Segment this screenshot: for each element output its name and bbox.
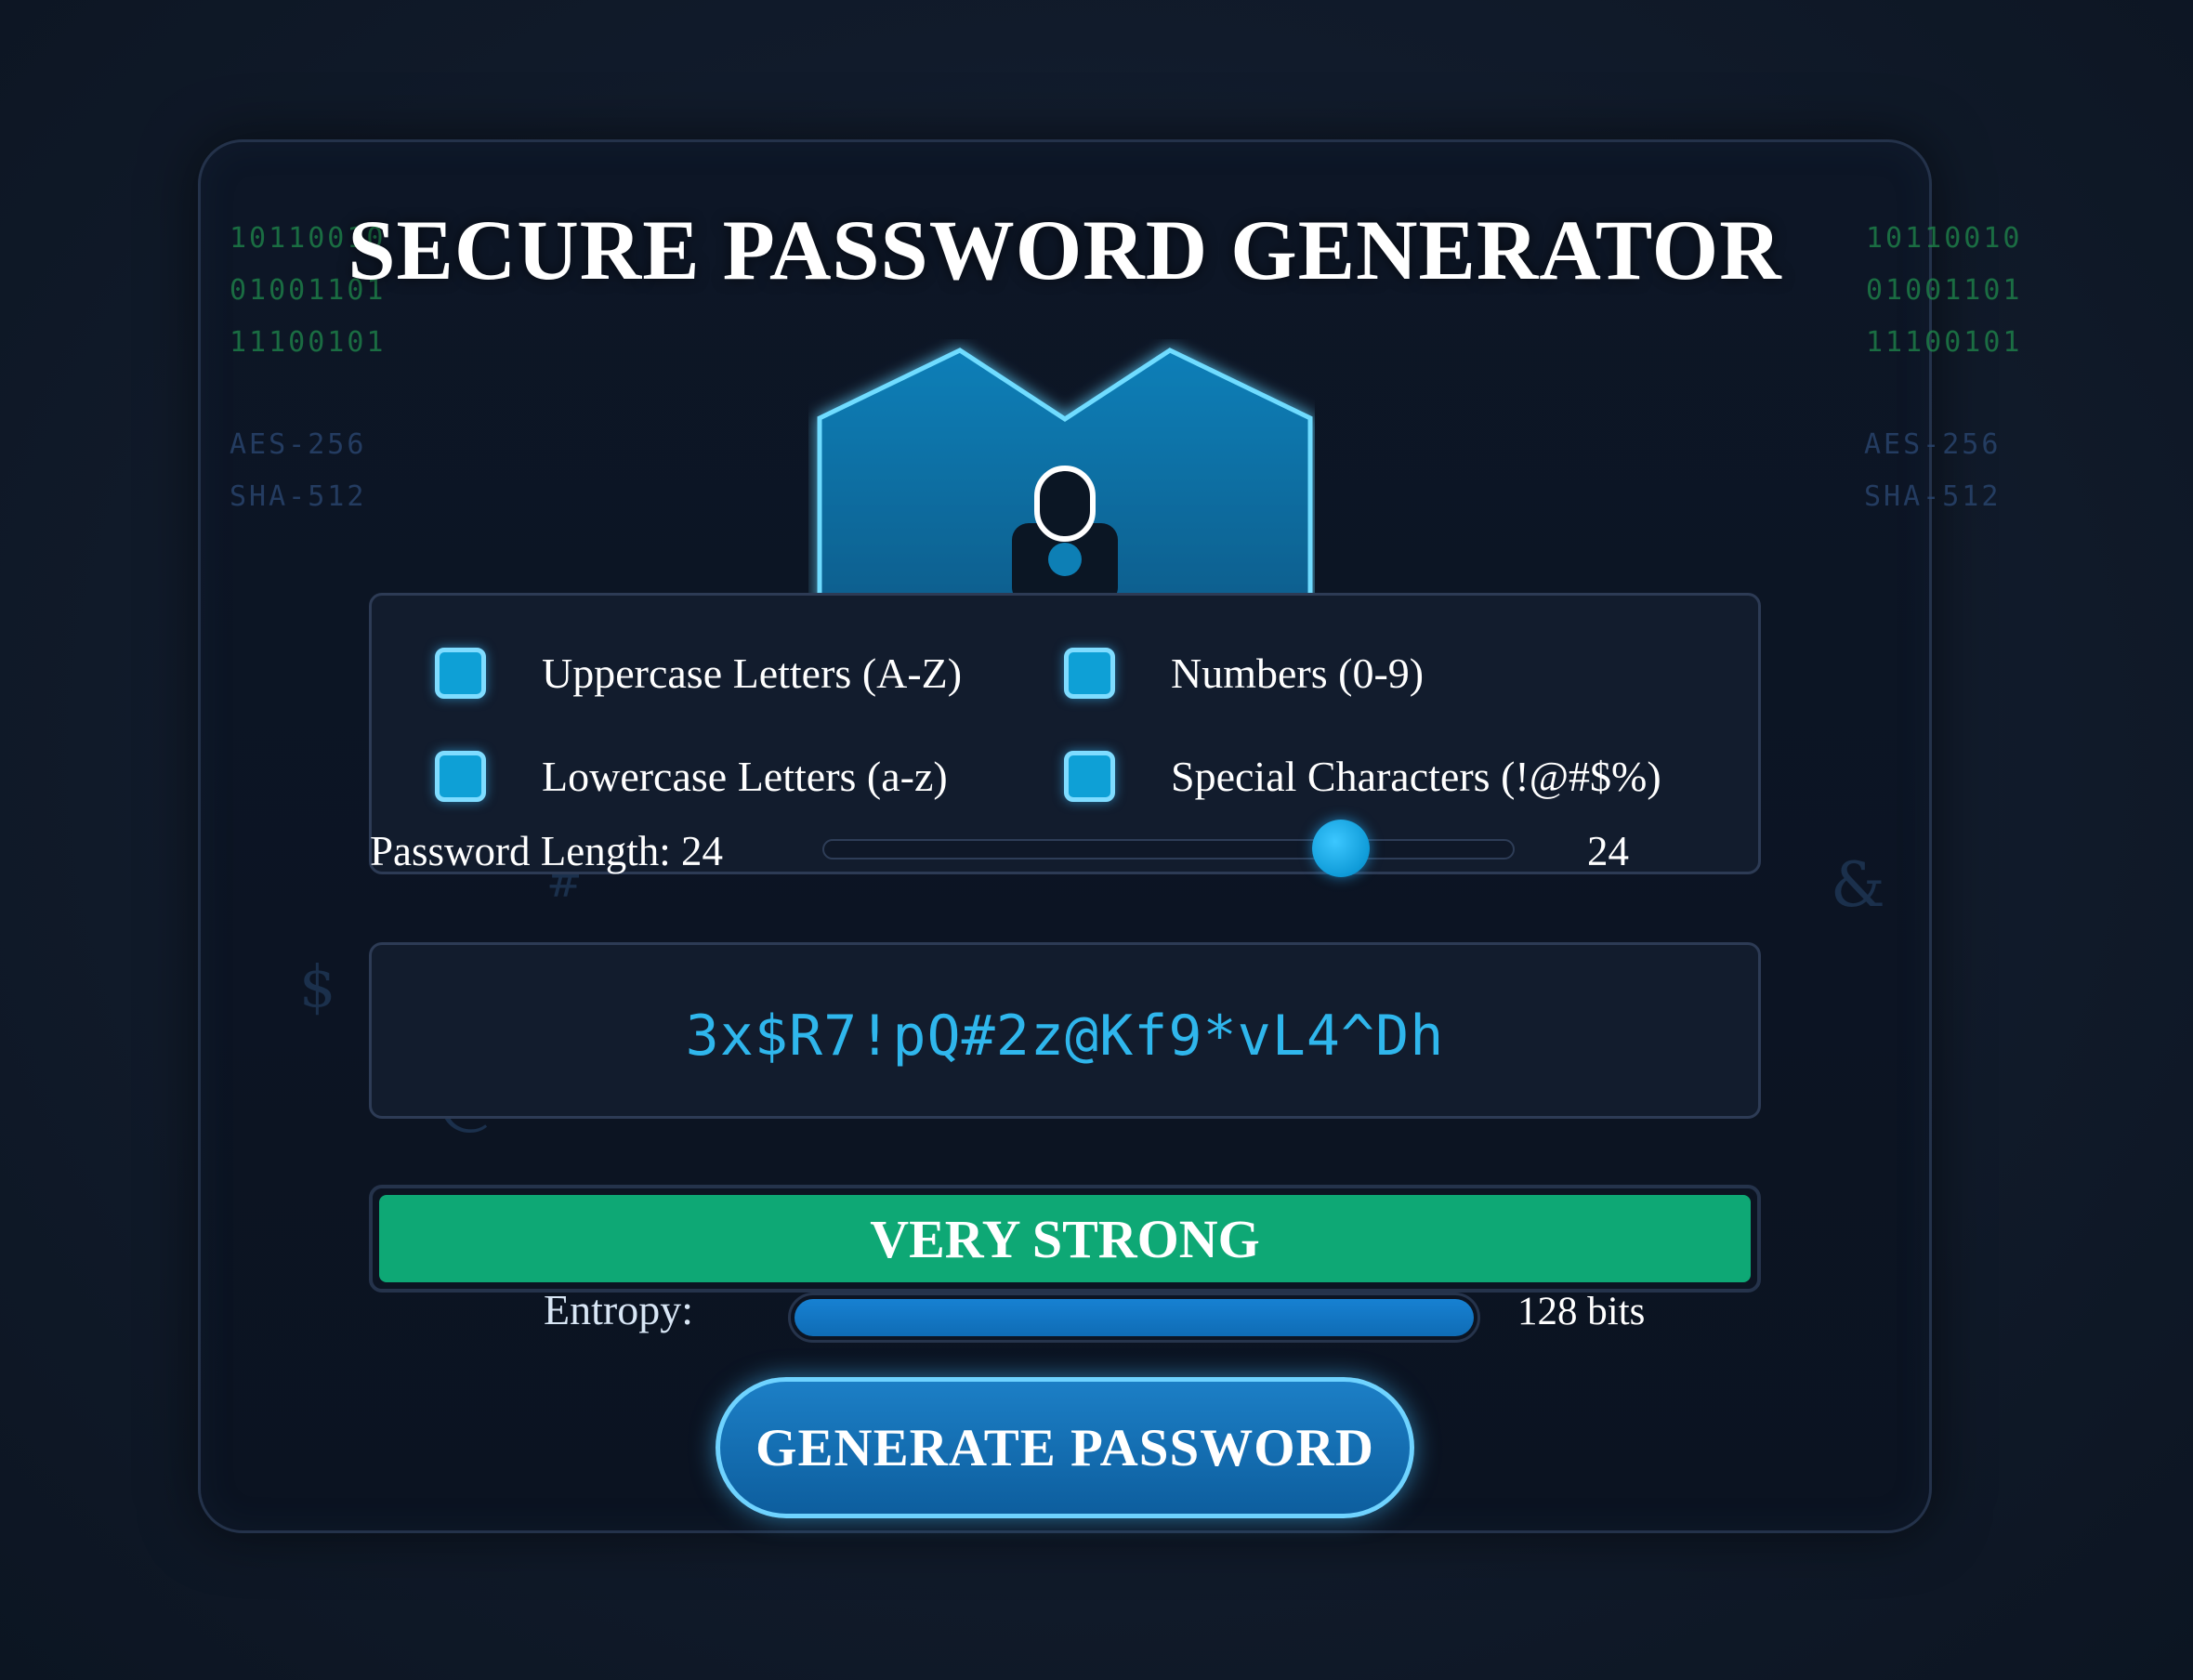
numbers-checkbox[interactable] [1064, 648, 1115, 699]
password-output[interactable]: 3x$R7!pQ#2z@Kf9*vL4^Dh [369, 942, 1761, 1119]
strength-indicator: VERY STRONG [379, 1195, 1751, 1282]
entropy-bar [788, 1293, 1480, 1343]
option-lowercase[interactable]: Lowercase Letters (a-z) [435, 751, 948, 802]
generate-password-button[interactable]: GENERATE PASSWORD [716, 1377, 1414, 1518]
length-slider[interactable] [822, 820, 1515, 877]
special-label: Special Characters (!@#$%) [1171, 753, 1661, 800]
option-uppercase[interactable]: Uppercase Letters (A-Z) [435, 648, 962, 699]
option-special[interactable]: Special Characters (!@#$%) [1064, 751, 1661, 802]
special-checkbox[interactable] [1064, 751, 1115, 802]
password-length-label: Password Length: 24 [370, 828, 723, 874]
ampersand-symbol-decoration: & [1831, 849, 1885, 921]
generated-password[interactable]: 3x$R7!pQ#2z@Kf9*vL4^Dh [686, 1004, 1445, 1069]
numbers-label: Numbers (0-9) [1171, 650, 1425, 697]
algorithm-decoration-left: AES-256 SHA-512 [230, 428, 367, 513]
lowercase-label: Lowercase Letters (a-z) [542, 753, 948, 800]
uppercase-label: Uppercase Letters (A-Z) [542, 650, 963, 697]
length-slider-thumb[interactable] [1311, 820, 1370, 877]
shield-lock-icon [817, 348, 1313, 604]
entropy-label: Entropy: [544, 1286, 693, 1333]
password-length-value: 24 [1587, 828, 1629, 874]
option-numbers[interactable]: Numbers (0-9) [1064, 648, 1424, 699]
uppercase-checkbox[interactable] [435, 648, 486, 699]
algorithm-decoration-right: AES-256 SHA-512 [1864, 428, 2002, 513]
lowercase-checkbox[interactable] [435, 751, 486, 802]
page-title: SECURE PASSWORD GENERATOR [348, 203, 1782, 297]
dollar-symbol-decoration: $ [299, 952, 336, 1020]
strength-meter: VERY STRONG [369, 1185, 1761, 1293]
entropy-value: 128 bits [1517, 1290, 1646, 1333]
entropy-bar-fill [794, 1299, 1474, 1336]
